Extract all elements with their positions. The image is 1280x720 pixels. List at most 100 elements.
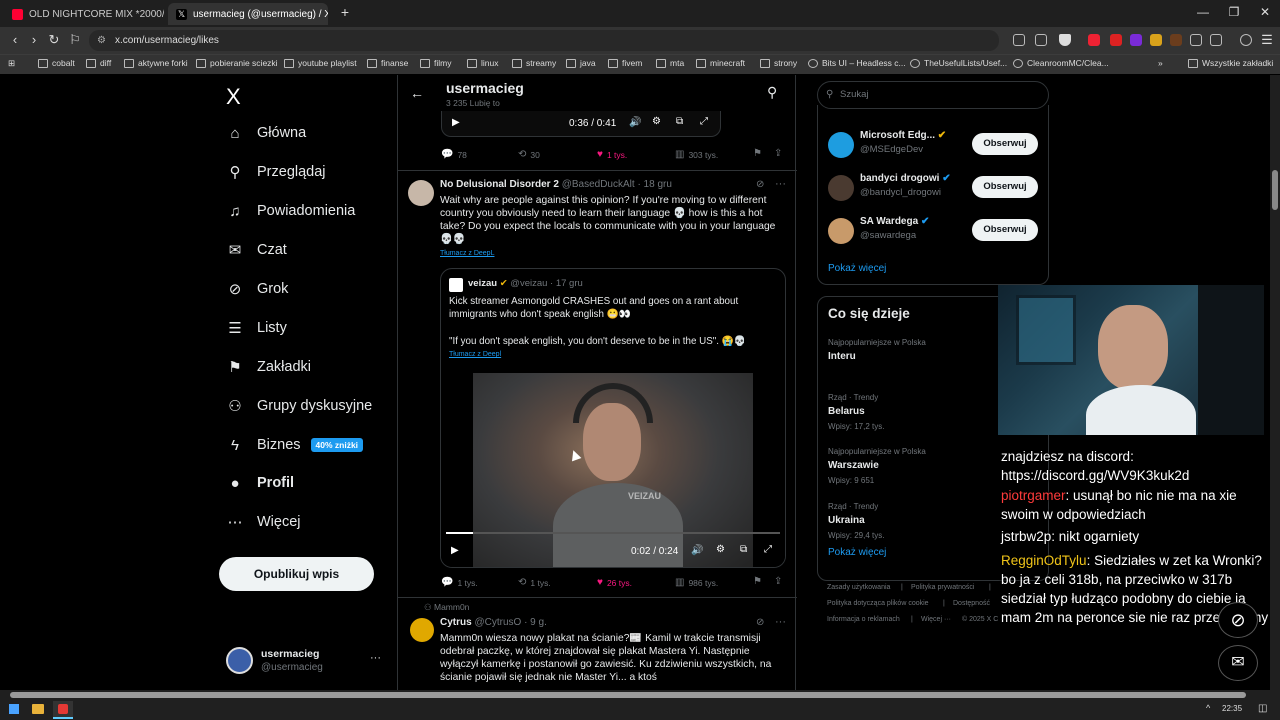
back-icon[interactable]: ‹ [6,32,24,47]
follow-button[interactable]: Obserwuj [972,219,1038,241]
sidebar-icon[interactable] [1210,34,1222,46]
fullscreen-icon[interactable]: ⤢ [764,544,772,555]
trend-item[interactable]: Rząd · Trendy Belarus Wpisy: 17,2 tys. [817,393,997,439]
retweet-button[interactable]: ⟲ 30 [518,149,540,160]
tweet-more-icon[interactable]: ··· [775,178,786,190]
bookmark-tweet-icon[interactable]: ⚑ [753,576,766,587]
account-more-icon[interactable]: ··· [370,652,381,664]
extension-icon[interactable] [1110,34,1122,46]
x-logo[interactable]: X [226,84,241,110]
like-button[interactable]: ♥ 1 tys. [597,149,627,160]
video-player[interactable]: ▶ 0:36 / 0:41 🔊 ⚙ ⧉ ⤢ [441,111,721,137]
bookmark-folder-fivem[interactable]: fivem [608,58,642,68]
horizontal-scrollbar-thumb[interactable] [10,692,1246,698]
bookmark-playlist[interactable]: youtube playlist [284,58,357,68]
sidebar-item-grupy-dyskusyjne[interactable]: ⚇ Grupy dyskusyjne [226,397,372,415]
quote-translate-link[interactable]: Tłumacz z Deepl [449,351,501,358]
pip-icon[interactable]: ⧉ [676,116,683,127]
close-window-button[interactable]: ✕ [1250,5,1280,19]
tweet-author[interactable]: No Delusional Disorder 2 [440,179,559,190]
like-button[interactable]: ♥ 26 tys. [597,577,632,588]
reply-button[interactable]: 💬 78 [441,149,467,160]
notifications-icon[interactable]: ◫ [1258,703,1267,714]
apps-icon[interactable]: ⊞ [8,58,15,69]
play-icon[interactable]: ▶ [451,545,459,556]
trend-item[interactable]: Rząd · Trendy Ukraina Wpisy: 29,4 tys. [817,502,997,548]
follow-button[interactable]: Obserwuj [972,176,1038,198]
share-tweet-icon[interactable]: ⇪ [774,576,786,587]
grok-icon[interactable]: ⊘ [756,617,764,628]
bookmark-folder-java[interactable]: java [566,58,596,68]
show-more-link[interactable]: Pokaż więcej [828,263,886,274]
bookmark-folder-minecraft[interactable]: minecraft [696,58,745,68]
fullscreen-icon[interactable]: ⤢ [700,116,708,127]
grok-icon[interactable]: ⊘ [756,179,764,190]
footer-privacy[interactable]: Polityka prywatności [911,584,974,591]
volume-icon[interactable]: 🔊 [629,117,641,128]
video-container[interactable]: VEIZAU ▶ 0:02 / 0:24 🔊 ⚙ ⧉ ⤢ [441,373,785,567]
footer-terms[interactable]: Zasady użytkowania [827,584,890,591]
start-icon[interactable] [9,704,19,714]
tweet-date[interactable]: · 9 g. [524,617,547,628]
footer-ads[interactable]: Informacja o reklamach [827,616,900,623]
footer-more[interactable]: Więcej ··· [921,616,951,623]
new-tab-button[interactable]: + [330,4,360,20]
bookmark-cobalt[interactable]: cobalt [38,58,75,68]
extension-yellow-icon[interactable] [1150,34,1162,46]
sidebar-item-profil[interactable]: ● Profil [226,474,294,492]
footer-cookies[interactable]: Polityka dotycząca plików cookie [827,600,929,607]
bookmark-all[interactable]: Wszystkie zakładki [1188,58,1273,68]
footer-accessibility[interactable]: Dostępność [953,600,990,607]
sidebar-item-więcej[interactable]: ⋯ Więcej [226,513,301,531]
clock[interactable]: 22:35 [1222,704,1242,713]
forward-icon[interactable]: › [25,32,43,47]
tray-chevron-icon[interactable]: ^ [1206,703,1210,713]
sidebar-item-powiadomienia[interactable]: ♫ Powiadomienia [226,202,355,220]
tab-nightcore[interactable]: OLD NIGHTCORE MIX *2000/2010s* [4,3,164,25]
reload-icon[interactable]: ↻ [45,32,63,48]
media-icon[interactable] [1240,34,1252,46]
bookmarks-overflow[interactable]: » [1158,58,1163,68]
tweet-avatar[interactable] [408,180,434,206]
bookmark-forki[interactable]: aktywne forki [124,58,188,68]
tweet-date[interactable]: · 18 gru [637,179,671,190]
sidebar-item-przeglądaj[interactable]: ⚲ Przeglądaj [226,163,326,181]
taskbar-browser[interactable] [53,701,73,719]
bookmark-diff[interactable]: diff [86,58,111,68]
pip-icon[interactable]: ⧉ [740,544,747,555]
trend-item[interactable]: Najpopularniejsze w Polska Interu [817,338,997,384]
post-button[interactable]: Opublikuj wpis [219,557,374,591]
follow-suggestion[interactable]: SA Wardega ✔ @sawardega Obserwuj [817,216,1049,252]
tab-x-profile[interactable]: 𝕏 usermacieg (@usermacieg) / X ✕ [168,3,328,25]
follow-suggestion[interactable]: Microsoft Edg... ✔ @MSEdgeDev Obserwuj [817,130,1049,166]
twitch-extension-icon[interactable] [1130,34,1142,46]
bookmark-folder-mta[interactable]: mta [656,58,684,68]
sidebar-item-czat[interactable]: ✉ Czat [226,241,287,259]
retweet-button[interactable]: ⟲ 1 tys. [518,577,551,588]
trend-item[interactable]: Najpopularniejsze w Polska Warszawie Wpisy… [817,447,997,493]
tweet-handle[interactable]: @BasedDuckAlt [562,179,635,190]
bookmark-cleanroom[interactable]: CleanroomMC/Clea... [1013,58,1109,68]
file-explorer-icon[interactable] [32,704,44,714]
settings-icon[interactable]: ⚙ [652,116,661,127]
views-button[interactable]: ▥ 986 tys. [675,577,718,588]
sidebar-item-zakładki[interactable]: ⚑ Zakładki [226,358,311,376]
bookmark-sciezki[interactable]: pobieranie sciezki [196,58,278,68]
bookmark-bits-ui[interactable]: Bits UI – Headless c... [808,58,906,68]
extension-brown-icon[interactable] [1170,34,1182,46]
horizontal-scrollbar[interactable] [0,690,1280,700]
menu-icon[interactable]: ☰ [1258,32,1276,48]
search-icon[interactable]: ⚲ [767,84,777,101]
share-tweet-icon[interactable]: ⇪ [774,148,786,159]
share-icon[interactable] [1035,34,1047,46]
settings-icon[interactable]: ⚙ [716,544,725,555]
tweet-handle[interactable]: @CytrusO [474,617,521,628]
restore-button[interactable]: ❐ [1219,5,1249,19]
page-scrollbar[interactable] [1270,75,1280,690]
grok-fab-icon[interactable]: ⊘ [1218,602,1258,638]
bookmark-folder-linux[interactable]: linux [467,58,498,68]
back-arrow-icon[interactable]: ← [410,85,424,101]
trends-show-more[interactable]: Pokaż więcej [828,547,886,558]
play-icon[interactable]: ▶ [452,117,460,128]
scrollbar-thumb[interactable] [1272,170,1278,210]
